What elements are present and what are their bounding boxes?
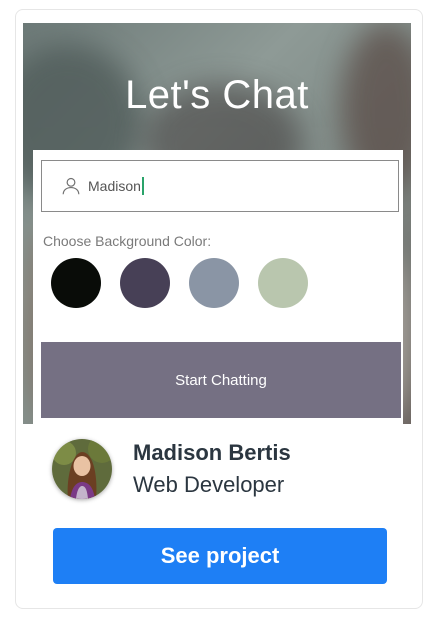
app-title: Let's Chat	[125, 73, 309, 117]
avatar	[52, 439, 112, 499]
color-swatches	[51, 258, 327, 308]
text-caret	[141, 177, 144, 195]
see-project-button[interactable]: See project	[53, 528, 387, 584]
background-color-label: Choose Background Color:	[43, 233, 212, 249]
author-text: Madison Bertis Web Developer	[133, 438, 291, 500]
start-panel: Madison Choose Background Color: Start C…	[33, 150, 403, 424]
color-swatch-2	[120, 258, 170, 308]
name-input: Madison	[41, 160, 399, 212]
project-preview-image[interactable]: Let's Chat Madison Choose Background Col…	[23, 23, 411, 424]
user-icon	[62, 177, 80, 195]
project-card: Let's Chat Madison Choose Background Col…	[15, 9, 423, 609]
author-info: Madison Bertis Web Developer	[52, 438, 291, 500]
color-swatch-4	[258, 258, 308, 308]
author-role: Web Developer	[133, 472, 285, 497]
start-chatting-button: Start Chatting	[41, 342, 401, 418]
color-swatch-1	[51, 258, 101, 308]
color-swatch-3	[189, 258, 239, 308]
author-name: Madison Bertis	[133, 440, 291, 465]
name-input-value: Madison	[88, 178, 141, 194]
